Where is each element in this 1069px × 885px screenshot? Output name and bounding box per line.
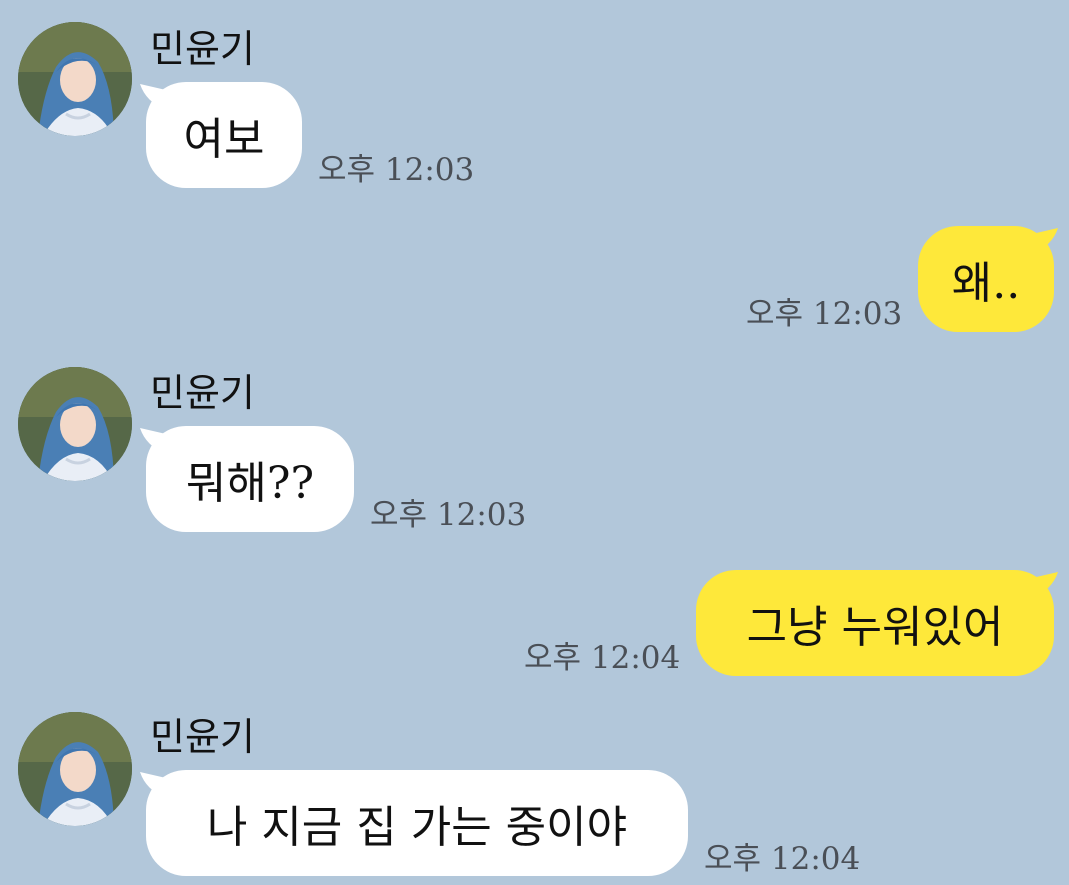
message-bubble-outgoing[interactable]: 그냥 누워있어 xyxy=(696,570,1054,676)
sender-name: 민윤기 xyxy=(150,715,255,759)
avatar[interactable] xyxy=(18,712,132,826)
message-time: 오후 12:04 xyxy=(524,640,681,676)
message-text: 뭐해?? xyxy=(185,458,315,509)
avatar[interactable] xyxy=(18,22,132,136)
message-time: 오후 12:04 xyxy=(704,841,861,877)
message-time: 오후 12:03 xyxy=(318,152,475,188)
avatar[interactable] xyxy=(18,367,132,481)
message-text: 왜.. xyxy=(951,258,1021,309)
message-bubble-incoming[interactable]: 여보 xyxy=(146,82,302,188)
bubble-tail xyxy=(1032,572,1058,598)
message-time: 오후 12:03 xyxy=(746,296,903,332)
bubble-tail xyxy=(1032,228,1058,254)
message-text: 여보 xyxy=(183,114,265,165)
sender-name: 민윤기 xyxy=(150,371,255,415)
chat-area[interactable]: 민윤기 여보 오후 12:03 오후 12:03 왜.. 민윤기 뭐해?? 오후… xyxy=(0,0,1069,885)
message-text: 나 지금 집 가는 중이야 xyxy=(206,802,628,853)
profile-photo-avatar-icon xyxy=(18,22,132,136)
profile-photo-avatar-icon xyxy=(18,712,132,826)
profile-photo-avatar-icon xyxy=(18,367,132,481)
message-bubble-incoming[interactable]: 뭐해?? xyxy=(146,426,354,532)
message-time: 오후 12:03 xyxy=(370,497,527,533)
sender-name: 민윤기 xyxy=(150,27,255,71)
message-bubble-incoming[interactable]: 나 지금 집 가는 중이야 xyxy=(146,770,688,876)
message-text: 그냥 누워있어 xyxy=(746,602,1004,653)
